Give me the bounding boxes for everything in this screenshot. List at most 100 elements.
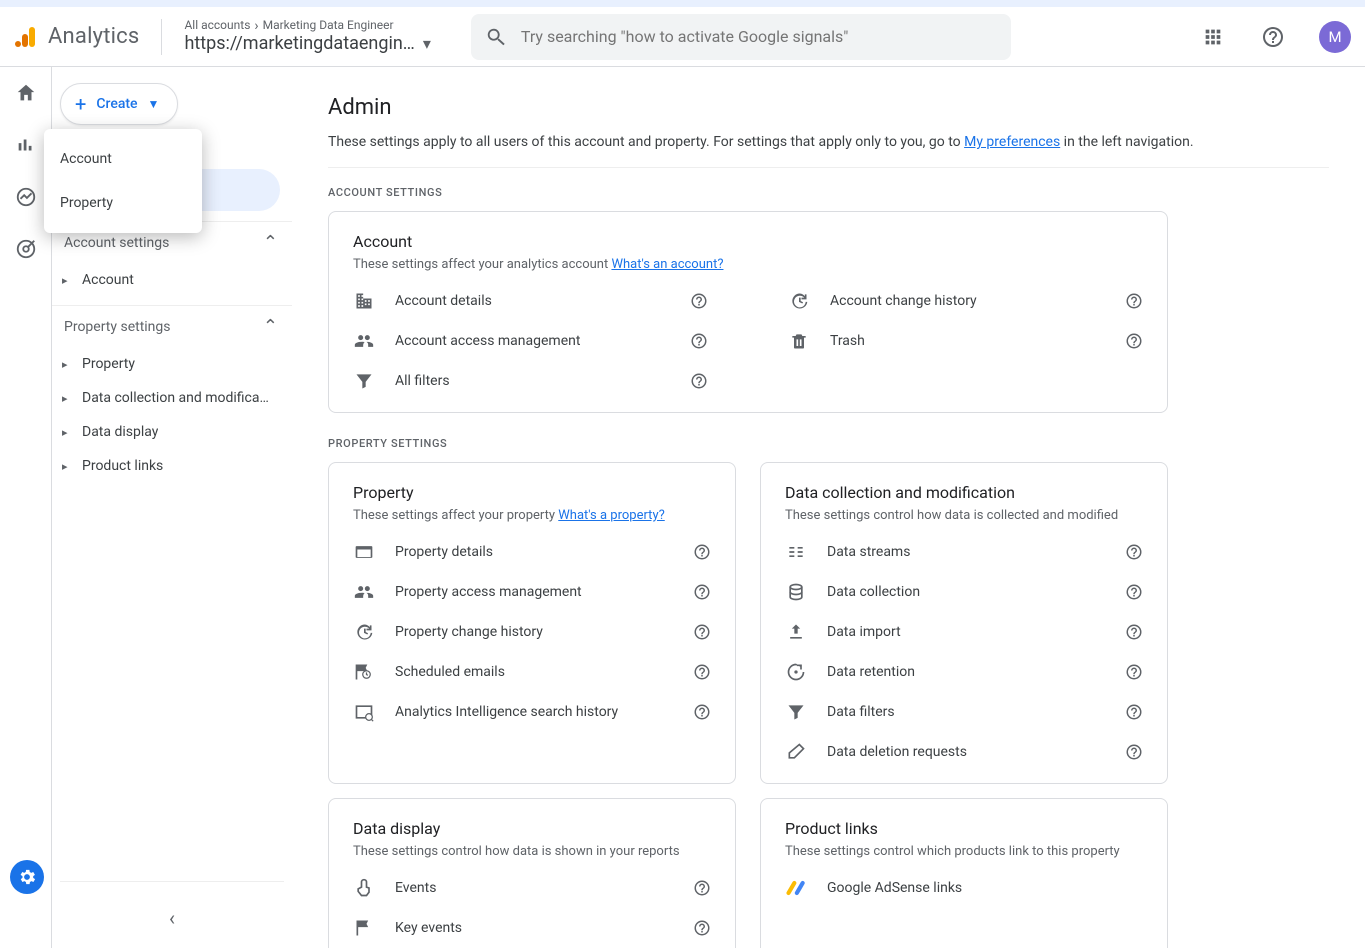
search-icon xyxy=(485,26,507,48)
property-card: Property These settings affect your prop… xyxy=(328,462,736,784)
plus-icon: + xyxy=(75,92,86,116)
sidebar-item-product-links[interactable]: ▸Product links xyxy=(52,449,292,483)
account-details-link[interactable]: Account details xyxy=(353,290,708,312)
ai-search-history-link[interactable]: Analytics Intelligence search history xyxy=(353,701,711,723)
divider xyxy=(161,19,162,55)
help-icon[interactable] xyxy=(1125,543,1143,561)
history-icon xyxy=(788,290,810,312)
help-icon[interactable] xyxy=(1125,292,1143,310)
flag-icon xyxy=(353,917,375,939)
data-deletion-requests-link[interactable]: Data deletion requests xyxy=(785,741,1143,763)
help-icon[interactable] xyxy=(693,623,711,641)
google-adsense-links[interactable]: Google AdSense links xyxy=(785,877,1143,899)
account-change-history-link[interactable]: Account change history xyxy=(788,290,1143,312)
help-icon[interactable] xyxy=(690,292,708,310)
data-retention-link[interactable]: Data retention xyxy=(785,661,1143,683)
card-title-data-display: Data display xyxy=(353,819,711,838)
filter-icon xyxy=(353,370,375,392)
sidebar-item-data-collection[interactable]: ▸Data collection and modifica… xyxy=(52,381,292,415)
property-change-history-link[interactable]: Property change history xyxy=(353,621,711,643)
help-icon[interactable] xyxy=(1125,663,1143,681)
filter-icon xyxy=(785,701,807,723)
search-history-icon xyxy=(353,701,375,723)
browser-tab-strip xyxy=(0,0,1365,7)
upload-icon xyxy=(785,621,807,643)
whats-a-property-link[interactable]: What's a property? xyxy=(558,508,664,523)
touch-icon xyxy=(353,877,375,899)
help-icon[interactable] xyxy=(1125,703,1143,721)
triangle-right-icon: ▸ xyxy=(62,426,74,439)
help-icon[interactable] xyxy=(693,583,711,601)
collapse-sidebar-icon[interactable]: ‹ xyxy=(169,906,175,930)
search-bar[interactable] xyxy=(471,14,1011,60)
nav-admin-fab[interactable] xyxy=(10,860,44,894)
data-filters-link[interactable]: Data filters xyxy=(785,701,1143,723)
admin-main: Admin These settings apply to all users … xyxy=(292,67,1365,948)
section-label-property: PROPERTY SETTINGS xyxy=(328,437,1329,450)
all-filters-link[interactable]: All filters xyxy=(353,370,708,392)
database-icon xyxy=(785,581,807,603)
key-events-link[interactable]: Key events xyxy=(353,917,711,939)
nav-group-property-settings[interactable]: Property settings ⌃ xyxy=(52,305,292,347)
account-access-management-link[interactable]: Account access management xyxy=(353,330,708,352)
apps-grid-icon[interactable] xyxy=(1199,23,1227,51)
card-desc-property: These settings affect your property What… xyxy=(353,508,711,523)
chevron-right-icon: › xyxy=(254,18,258,34)
account-property-picker[interactable]: All accounts › Marketing Data Engineer h… xyxy=(184,18,430,55)
property-url: https://marketingdataengin… xyxy=(184,34,414,55)
help-icon[interactable] xyxy=(693,663,711,681)
streams-icon xyxy=(785,541,807,563)
scheduled-email-icon xyxy=(353,661,375,683)
create-menu-item-account[interactable]: Account xyxy=(44,137,202,181)
help-icon[interactable] xyxy=(693,543,711,561)
data-display-card: Data display These settings control how … xyxy=(328,798,736,948)
help-icon[interactable] xyxy=(690,332,708,350)
card-desc-product-links: These settings control which products li… xyxy=(785,844,1143,859)
triangle-right-icon: ▸ xyxy=(62,392,74,405)
app-header: Analytics All accounts › Marketing Data … xyxy=(0,7,1365,67)
breadcrumb-account-name: Marketing Data Engineer xyxy=(263,19,394,33)
card-desc-data-collection: These settings control how data is colle… xyxy=(785,508,1143,523)
nav-home-icon[interactable] xyxy=(14,81,38,105)
product-logo[interactable]: Analytics xyxy=(14,24,139,49)
user-avatar[interactable]: M xyxy=(1319,21,1351,53)
nav-advertising-icon[interactable] xyxy=(14,237,38,261)
sidebar-item-property[interactable]: ▸Property xyxy=(52,347,292,381)
nav-explore-icon[interactable] xyxy=(14,185,38,209)
property-details-link[interactable]: Property details xyxy=(353,541,711,563)
sidebar-item-data-display[interactable]: ▸Data display xyxy=(52,415,292,449)
help-icon[interactable] xyxy=(1125,583,1143,601)
scheduled-emails-link[interactable]: Scheduled emails xyxy=(353,661,711,683)
help-icon[interactable] xyxy=(693,879,711,897)
help-icon[interactable] xyxy=(1125,332,1143,350)
triangle-right-icon: ▸ xyxy=(62,274,74,287)
my-preferences-link[interactable]: My preferences xyxy=(964,134,1060,150)
create-menu-item-property[interactable]: Property xyxy=(44,181,202,225)
dropdown-icon: ▾ xyxy=(423,35,431,53)
data-collection-link[interactable]: Data collection xyxy=(785,581,1143,603)
whats-an-account-link[interactable]: What's an account? xyxy=(611,257,723,272)
create-button[interactable]: + Create ▼ xyxy=(60,83,178,125)
trash-link[interactable]: Trash xyxy=(788,330,1143,352)
help-icon[interactable] xyxy=(693,919,711,937)
people-icon xyxy=(353,330,375,352)
events-link[interactable]: Events xyxy=(353,877,711,899)
help-icon[interactable] xyxy=(1125,743,1143,761)
data-streams-link[interactable]: Data streams xyxy=(785,541,1143,563)
nav-reports-icon[interactable] xyxy=(14,133,38,157)
retention-icon xyxy=(785,661,807,683)
history-icon xyxy=(353,621,375,643)
card-title-data-collection: Data collection and modification xyxy=(785,483,1143,502)
sidebar-item-account[interactable]: ▸ Account xyxy=(52,263,292,297)
adsense-icon xyxy=(785,877,807,899)
help-icon[interactable] xyxy=(690,372,708,390)
help-icon[interactable] xyxy=(693,703,711,721)
analytics-logo-icon xyxy=(14,25,38,49)
product-name: Analytics xyxy=(48,24,139,49)
search-input[interactable] xyxy=(521,27,997,46)
help-icon[interactable] xyxy=(1125,623,1143,641)
help-icon[interactable] xyxy=(1259,23,1287,51)
admin-sidebar: + Create ▼ Account Property Account sett… xyxy=(52,67,292,948)
data-import-link[interactable]: Data import xyxy=(785,621,1143,643)
property-access-management-link[interactable]: Property access management xyxy=(353,581,711,603)
